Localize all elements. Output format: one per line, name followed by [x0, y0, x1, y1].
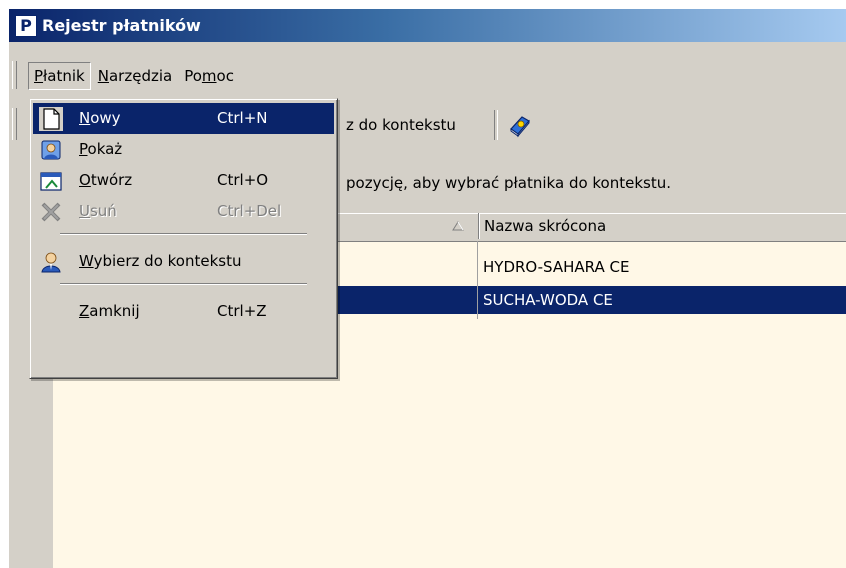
title-bar[interactable]: P Rejestr płatników — [9, 9, 846, 42]
menu-item-pokaz[interactable]: Pokaż — [33, 134, 334, 165]
menu-item-nowy[interactable]: Nowy Ctrl+N — [33, 103, 334, 134]
menu-bar: Płatnik Narzędzia Pomoc — [9, 59, 846, 93]
delete-x-icon — [41, 202, 61, 222]
menu-item-wybierz[interactable]: Wybierz do kontekstu — [33, 246, 334, 277]
menu-item-otworz[interactable]: Otwórz Ctrl+O — [33, 165, 334, 196]
app-logo-icon: P — [15, 14, 37, 37]
menu-pomoc[interactable]: Pomoc — [179, 63, 239, 89]
menu-separator — [60, 283, 307, 285]
menu-platnik[interactable]: Płatnik — [28, 62, 91, 90]
menu-narzedzia[interactable]: Narzędzia — [93, 63, 177, 89]
window-title: Rejestr płatników — [42, 16, 201, 35]
column-divider — [477, 241, 478, 319]
column-header-short-name[interactable]: Nazwa skrócona — [479, 213, 846, 239]
select-user-icon — [41, 252, 61, 273]
select-context-button[interactable]: z do kontekstu — [346, 114, 456, 136]
menu-separator — [60, 233, 307, 235]
sort-ascending-icon — [452, 221, 464, 231]
toolbar-separator — [494, 110, 498, 140]
open-window-icon — [40, 172, 62, 191]
new-document-icon — [39, 107, 63, 131]
menu-item-usun: Usuń Ctrl+Del — [33, 196, 334, 227]
menu-item-zamknij[interactable]: Zamknij Ctrl+Z — [33, 296, 334, 327]
info-text: pozycję, aby wybrać płatnika do kontekst… — [346, 174, 672, 192]
show-person-icon — [41, 140, 61, 160]
menubar-grip[interactable] — [12, 61, 17, 89]
book-help-icon[interactable] — [507, 113, 533, 139]
toolbar-grip[interactable] — [12, 108, 17, 140]
short-name-cell: SUCHA-WODA CE — [483, 291, 613, 309]
short-name-cell: HYDRO-SAHARA CE — [483, 258, 630, 276]
platnik-menu-dropdown: Nowy Ctrl+N Pokaż Otwórz Ctrl+O Usuń Ctr… — [29, 98, 338, 379]
